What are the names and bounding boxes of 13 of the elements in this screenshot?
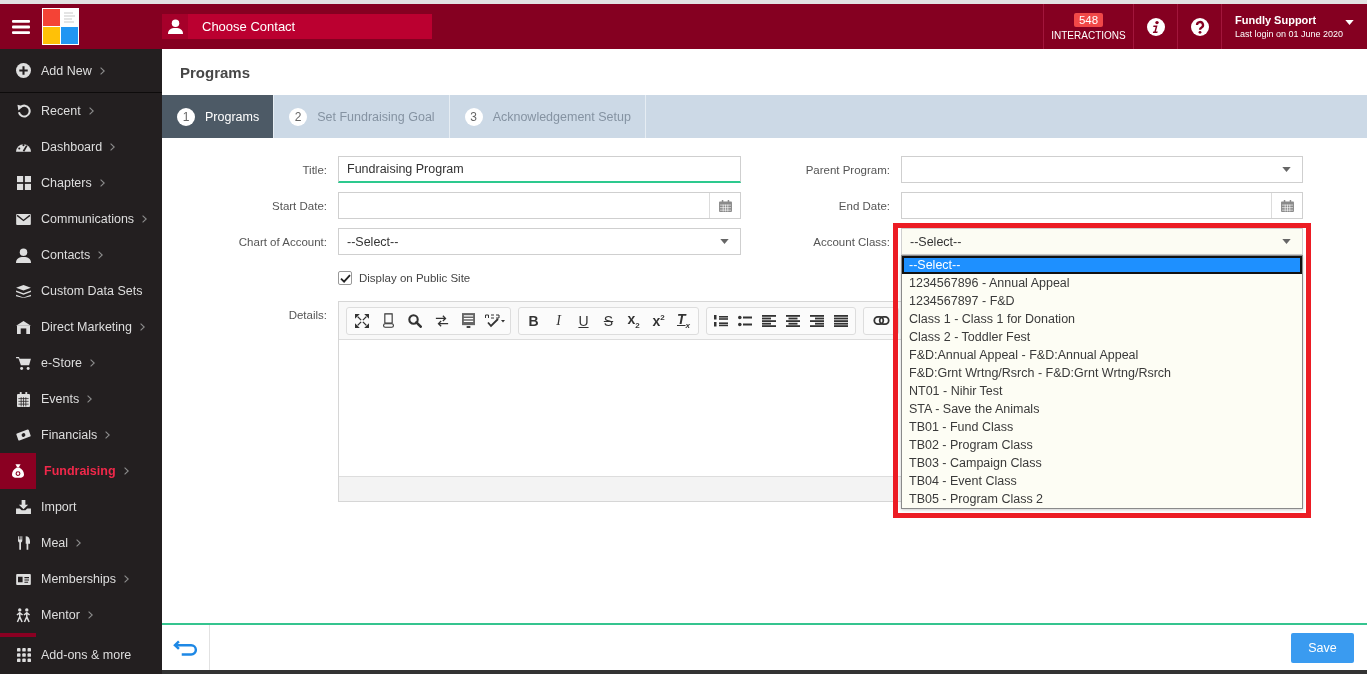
field-label: Title: [301,163,328,176]
step-number: 2 [289,107,308,126]
last-login-text: Last login on 01 June 2020 [1235,29,1344,39]
count-badge: 548 [1073,12,1104,27]
field-label: Chart of Account: [237,235,328,248]
field-label: Parent Program: [804,163,891,176]
field-label: Account Class: [812,235,891,248]
step-number: 1 [177,107,195,126]
field-label: Details: [287,308,328,321]
page-title: Programs [180,63,251,81]
field-label: End Date: [837,199,891,212]
field-label: Start Date: [271,199,328,212]
step-number: 3 [464,107,483,126]
